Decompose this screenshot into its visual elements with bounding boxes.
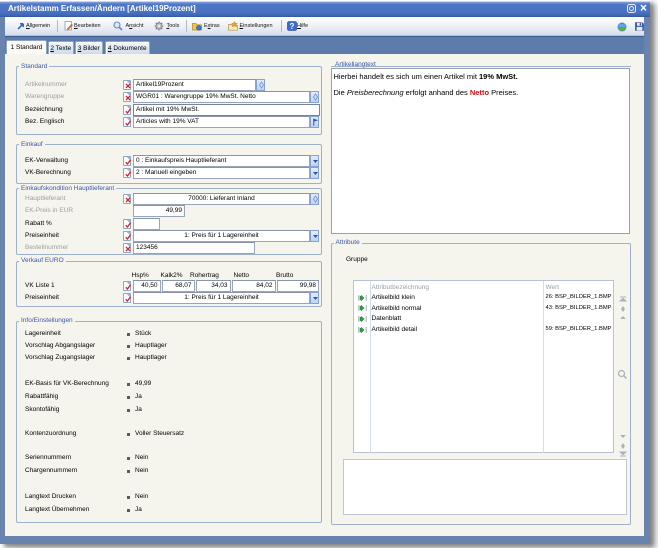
svg-text:?: ? — [289, 22, 294, 31]
